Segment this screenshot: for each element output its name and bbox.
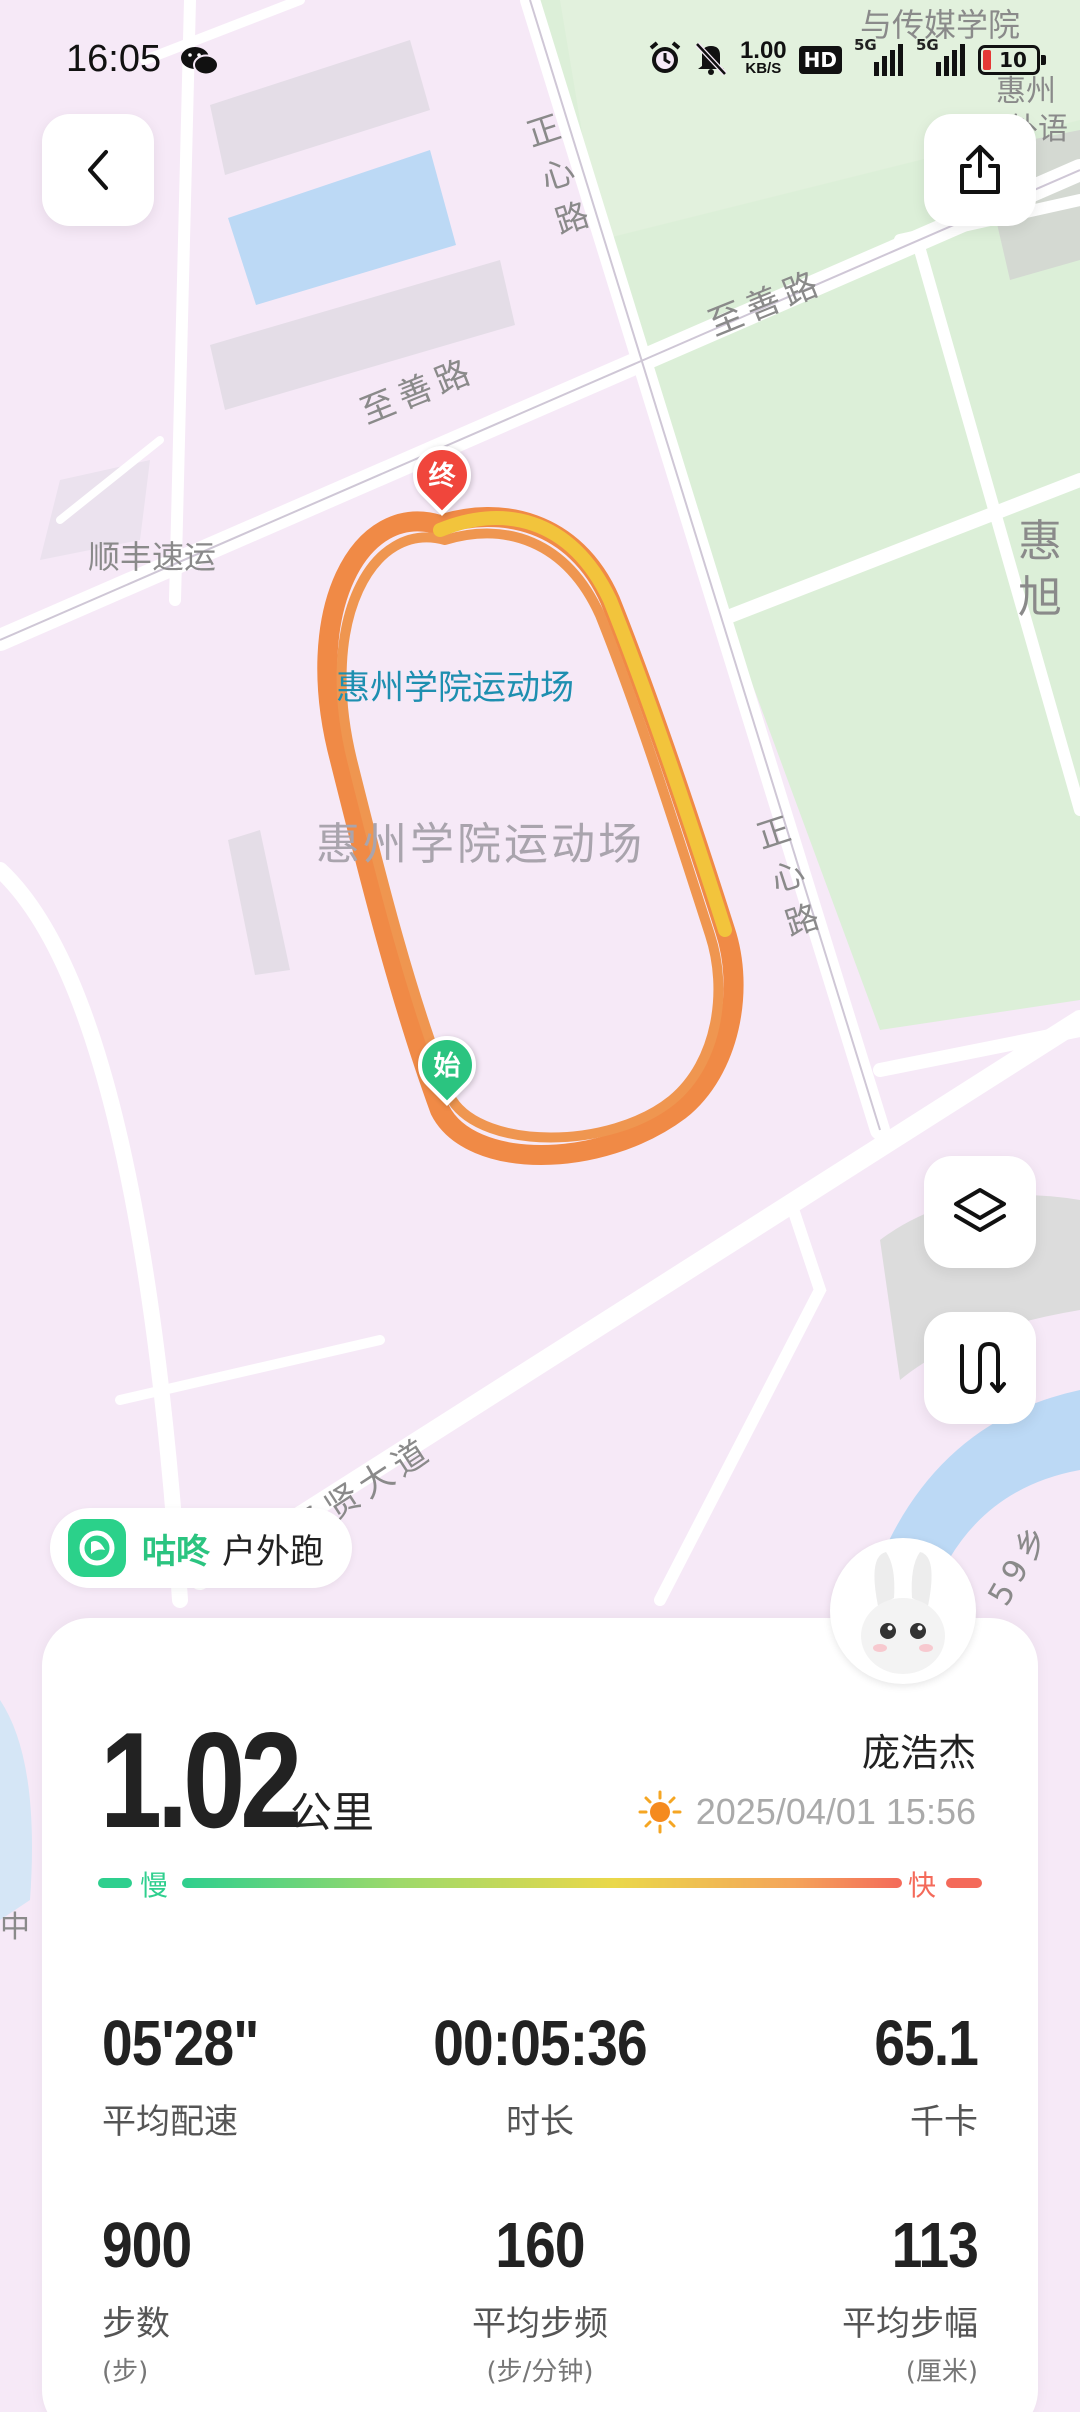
poi-label: 顺丰速运 (88, 538, 217, 576)
route-button[interactable] (924, 1312, 1036, 1424)
activity-datetime: 2025/04/01 15:56 (638, 1790, 976, 1834)
route-icon (960, 1341, 1006, 1395)
stat-label: 平均步频 (472, 2304, 608, 2344)
share-icon (960, 145, 1000, 194)
sun-icon (638, 1790, 682, 1834)
activity-type: 户外跑 (222, 1531, 324, 1572)
poi-label: 惠州学院运动场 (316, 819, 645, 870)
mute-icon (694, 40, 728, 80)
datetime-text: 2025/04/01 15:56 (695, 1791, 976, 1832)
signal-icon: 5G (854, 36, 904, 78)
codoon-logo-icon (68, 1519, 126, 1577)
stat-value: 05'28" (102, 2007, 259, 2079)
poi-label-highlight[interactable]: 惠州学院运动场 (336, 660, 574, 709)
pace-fast-label: 快 (908, 1869, 937, 1902)
distance-unit: 公里 (290, 1788, 375, 1837)
poi-label: 中 (0, 1910, 30, 1945)
end-marker[interactable]: 终 (400, 433, 484, 517)
chevron-left-icon (88, 150, 108, 190)
pace-gradient (182, 1878, 902, 1888)
pace-slow-label: 慢 (140, 1869, 169, 1902)
stat-label: 千卡 (910, 2102, 978, 2142)
stat-value: 65.1 (874, 2007, 979, 2079)
status-icons: 1.00 KB/S HD 5G 5G 10 (648, 36, 1046, 80)
layers-icon (954, 1188, 1006, 1232)
net-speed: 1.00 KB/S (739, 37, 787, 78)
stat-value: 00:05:36 (433, 2007, 647, 2079)
start-marker[interactable]: 始 (405, 1023, 489, 1107)
hd-badge: HD (798, 46, 842, 74)
user-name: 庞浩杰 (861, 1731, 976, 1775)
net-speed-unit: KB/S (745, 60, 782, 77)
pace-fast-swatch (946, 1878, 982, 1888)
app-tag: 咕咚 户外跑 (50, 1508, 352, 1588)
pace-legend: 慢 快 (98, 1868, 982, 1902)
stat-label: 平均步幅 (842, 2304, 978, 2344)
stat-value: 900 (102, 2209, 192, 2281)
stat-unit: (厘米) (905, 2357, 978, 2387)
stat-value: 160 (495, 2209, 585, 2281)
stat-label: 时长 (506, 2102, 574, 2142)
start-marker-label: 始 (433, 1051, 461, 1082)
share-button[interactable] (924, 114, 1036, 226)
poi-label-vertical: 惠 旭 (1012, 514, 1068, 626)
wechat-icon (180, 44, 220, 82)
stat-duration: 00:05:36 时长 (390, 2006, 690, 2143)
battery-level: 10 (999, 48, 1027, 72)
signal-icon: 5G (916, 36, 966, 78)
stat-value: 113 (891, 2209, 979, 2281)
stat-cadence: 160 平均步频 (步/分钟) (390, 2208, 690, 2388)
distance-display: 1.02 公里 (100, 1702, 374, 1858)
net-speed-value: 1.00 (739, 37, 787, 64)
stat-calories: 65.1 千卡 (678, 2006, 979, 2143)
battery-icon: 10 (978, 45, 1046, 75)
alarm-icon (648, 40, 682, 80)
pace-slow-swatch (98, 1878, 132, 1888)
stat-unit: (步) (102, 2357, 149, 2387)
stat-unit: (步/分钟) (486, 2357, 594, 2387)
avatar[interactable] (830, 1538, 976, 1684)
status-time: 16:05 (66, 38, 162, 80)
stat-label: 平均配速 (102, 2102, 238, 2142)
distance-value: 1.02 (100, 1704, 302, 1856)
stat-avg-pace: 05'28" 平均配速 (102, 2006, 402, 2143)
stat-label: 步数 (102, 2304, 170, 2344)
back-button[interactable] (42, 114, 154, 226)
poi-label-char: 惠 (1018, 516, 1062, 567)
stat-stride: 113 平均步幅 (厘米) (678, 2208, 979, 2388)
end-marker-label: 终 (428, 461, 456, 492)
layers-button[interactable] (924, 1156, 1036, 1268)
app-name: 咕咚 (142, 1531, 210, 1572)
poi-label-char: 旭 (1018, 572, 1062, 623)
stat-steps: 900 步数 (步) (102, 2208, 402, 2388)
status-bar: 16:05 1.00 KB/S HD 5G 5G 10 (0, 0, 1080, 120)
